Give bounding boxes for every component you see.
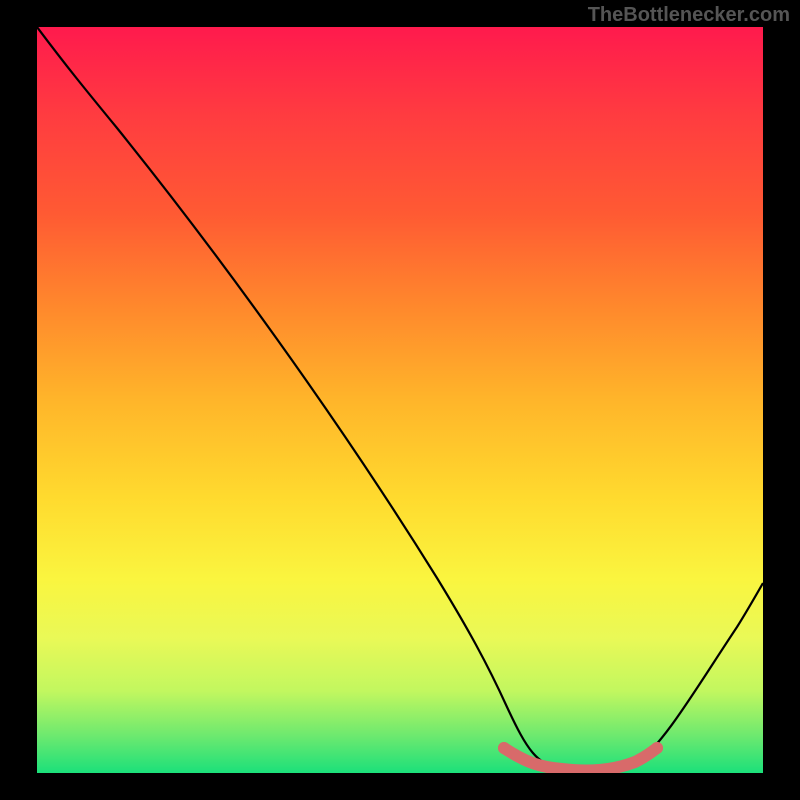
highlight-end-dot xyxy=(651,742,663,754)
chart-plot-area xyxy=(37,27,763,773)
highlight-band xyxy=(504,748,657,771)
watermark-label: TheBottlenecker.com xyxy=(588,4,790,27)
highlight-start-dot xyxy=(498,742,510,754)
bottleneck-curve xyxy=(37,27,763,771)
chart-svg xyxy=(37,27,763,773)
